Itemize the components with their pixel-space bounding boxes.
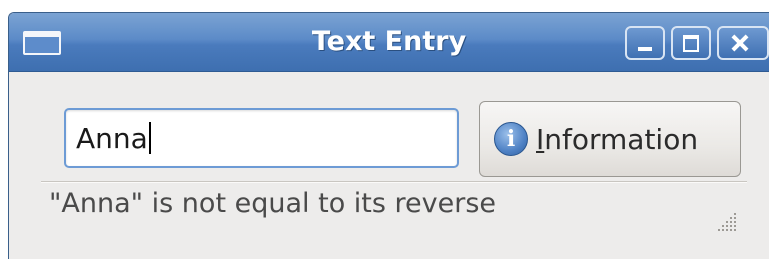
window-titlebar[interactable]: Text Entry	[9, 13, 769, 72]
maximize-button[interactable]	[671, 26, 711, 60]
text-entry-window: Text Entry Anna i Information "Anna" is …	[8, 12, 769, 259]
resize-grip-icon[interactable]	[714, 209, 738, 233]
information-button[interactable]: i Information	[479, 101, 741, 177]
info-icon: i	[494, 122, 528, 156]
information-button-label-rest: nformation	[544, 122, 699, 156]
information-button-label: Information	[536, 123, 698, 156]
window-title: Text Entry	[311, 26, 467, 57]
close-button[interactable]	[717, 26, 769, 60]
minimize-button[interactable]	[625, 26, 665, 60]
window-menu-icon[interactable]	[23, 31, 61, 55]
status-separator	[41, 181, 747, 183]
text-entry-field[interactable]: Anna	[64, 108, 459, 168]
status-bar-text: "Anna" is not equal to its reverse	[49, 188, 497, 219]
text-entry-value: Anna	[76, 121, 148, 155]
text-cursor	[148, 122, 151, 154]
